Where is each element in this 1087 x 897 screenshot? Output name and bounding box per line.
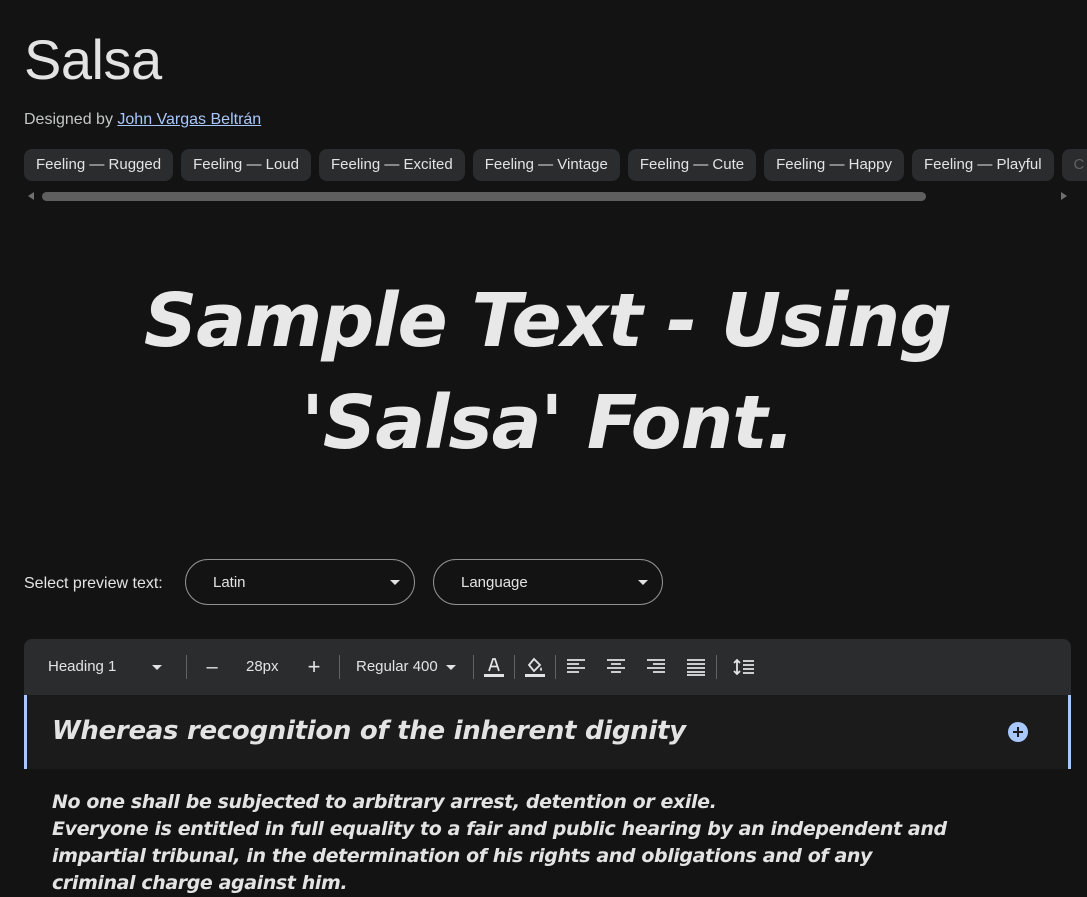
tag-chip[interactable]: Feeling — Vintage [472,149,620,181]
language-dropdown-value: Language [461,574,528,591]
tag-chip[interactable]: C [1061,149,1087,181]
scroll-left-arrow-icon[interactable] [28,192,34,200]
toolbar-divider [514,655,515,679]
align-left-icon[interactable] [564,655,588,679]
tag-chip[interactable]: Feeling — Happy [764,149,904,181]
highlight-icon[interactable] [523,655,547,679]
editor-toolbar: Heading 1 – 28px + Regular 400 [24,639,1071,695]
sample-text-preview: Sample Text - Using 'Salsa' Font. [143,278,952,466]
text-color-icon[interactable] [482,655,506,679]
align-center-icon[interactable] [604,655,628,679]
editor-heading-text[interactable]: Whereas recognition of the inherent dign… [52,713,686,749]
toolbar-divider [473,655,474,679]
font-weight-value: Regular 400 [356,658,438,675]
toolbar-divider [716,655,717,679]
text-style-select[interactable]: Heading 1 [48,639,168,695]
designed-by-label: Designed by [24,111,113,128]
toolbar-divider [555,655,556,679]
scrollbar-thumb[interactable] [42,192,926,201]
scroll-right-arrow-icon[interactable] [1061,192,1067,200]
increase-size-button[interactable]: + [304,639,324,695]
script-dropdown-value: Latin [213,574,246,591]
editor-paragraph[interactable]: Everyone is entitled in full equality to… [52,816,952,897]
font-size-value[interactable]: 28px [246,639,279,695]
decrease-size-button[interactable]: – [202,639,222,695]
font-weight-select[interactable]: Regular 400 [356,639,466,695]
chip-scrollbar[interactable] [24,191,1071,202]
chevron-down-icon [390,580,400,585]
language-dropdown[interactable]: Language [433,559,663,605]
toolbar-divider [186,655,187,679]
align-right-icon[interactable] [644,655,668,679]
tag-chip[interactable]: Feeling — Loud [181,149,311,181]
chevron-down-icon [446,665,456,670]
chevron-down-icon [152,665,162,670]
chevron-down-icon [638,580,648,585]
script-dropdown[interactable]: Latin [185,559,415,605]
tag-chip[interactable]: Feeling — Playful [911,149,1054,181]
font-title: Salsa [24,28,162,91]
line-spacing-icon[interactable] [732,655,756,679]
editor-body-text[interactable]: No one shall be subjected to arbitrary a… [52,789,952,897]
tag-chip[interactable]: Feeling — Excited [318,149,465,181]
designer-link[interactable]: John Vargas Beltrán [117,111,261,128]
tag-chip[interactable]: Feeling — Cute [627,149,757,181]
tag-chip-list: Feeling — Rugged Feeling — Loud Feeling — … [24,149,1087,182]
add-circle-icon[interactable] [1008,722,1028,742]
preview-select-label: Select preview text: [24,575,163,592]
designer-line: Designed by John Vargas Beltrán [24,110,261,130]
toolbar-divider [339,655,340,679]
text-style-value: Heading 1 [48,658,117,675]
align-justify-icon[interactable] [684,655,708,679]
editor-paragraph[interactable]: No one shall be subjected to arbitrary a… [52,789,952,816]
tag-chip[interactable]: Feeling — Rugged [24,149,174,181]
editor-heading-block[interactable]: Whereas recognition of the inherent dign… [24,695,1071,769]
